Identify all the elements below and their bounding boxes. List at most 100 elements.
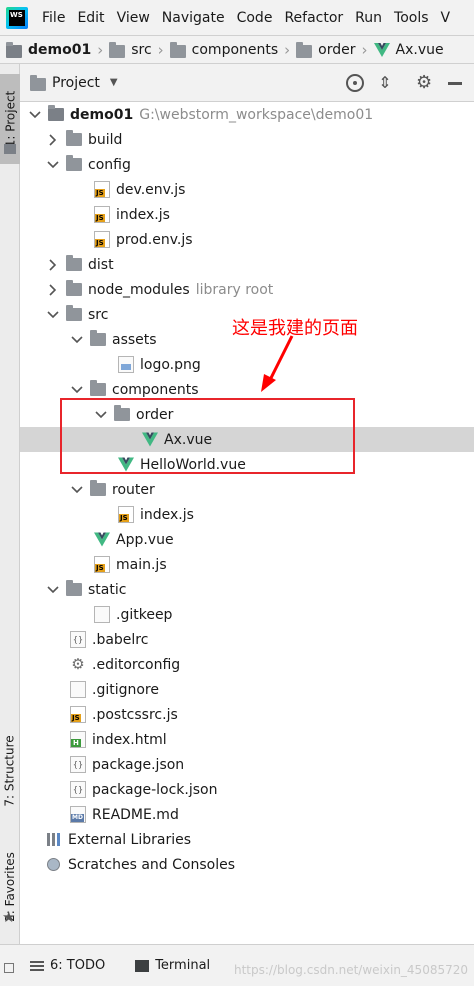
- chevron-right-icon[interactable]: [46, 258, 60, 272]
- tree-row-router[interactable]: router: [20, 477, 474, 502]
- tab-structure[interactable]: 7: Structure: [0, 726, 20, 816]
- folder-icon: [66, 255, 82, 271]
- highlight-box: [60, 398, 355, 474]
- chevron-down-icon[interactable]: [46, 158, 60, 172]
- folder-icon: [48, 105, 64, 121]
- tab-terminal[interactable]: Terminal: [135, 958, 210, 973]
- project-tree: demo01 G:\webstorm_workspace\demo01 buil…: [20, 102, 474, 944]
- collapse-all-icon[interactable]: ⇕: [376, 73, 394, 93]
- tree-row-build[interactable]: build: [20, 127, 474, 152]
- menu-navigate[interactable]: Navigate: [156, 10, 231, 26]
- breadcrumb: demo01 › src › components › order › Ax.v…: [0, 36, 474, 64]
- folder-icon: [4, 144, 16, 154]
- js-file-icon: JS: [118, 506, 134, 523]
- tree-row-logo-png[interactable]: logo.png: [20, 352, 474, 377]
- chevron-down-icon[interactable]: [70, 333, 84, 347]
- tree-row-babelrc[interactable]: {} .babelrc: [20, 627, 474, 652]
- tree-row-router-index-js[interactable]: JS index.js: [20, 502, 474, 527]
- locate-icon[interactable]: [346, 74, 364, 92]
- chevron-down-icon[interactable]: [70, 483, 84, 497]
- annotation-arrow: [261, 335, 294, 392]
- project-view-selector[interactable]: Project ▼: [30, 74, 118, 91]
- tree-row-node-modules[interactable]: node_modules library root: [20, 277, 474, 302]
- folder-icon: [66, 580, 82, 596]
- vue-icon: [373, 42, 390, 57]
- tree-row-app-vue[interactable]: App.vue: [20, 527, 474, 552]
- file-icon: [70, 681, 86, 698]
- tree-row-gitkeep[interactable]: .gitkeep: [20, 602, 474, 627]
- tree-row-external-libraries[interactable]: External Libraries: [20, 827, 474, 852]
- breadcrumb-item-ax-vue[interactable]: Ax.vue: [368, 42, 444, 58]
- breadcrumb-item-components[interactable]: components ›: [164, 41, 290, 59]
- folder-icon: [66, 155, 82, 171]
- chevron-down-icon[interactable]: [46, 308, 60, 322]
- config-file-icon: {}: [70, 631, 86, 648]
- webstorm-logo-icon: WS: [6, 6, 28, 29]
- breadcrumb-item-src[interactable]: src ›: [103, 41, 164, 59]
- tree-row-readme-md[interactable]: MD README.md: [20, 802, 474, 827]
- tree-row-main-js[interactable]: JS main.js: [20, 552, 474, 577]
- folder-icon: [90, 380, 106, 396]
- js-file-icon: JS: [94, 231, 110, 248]
- terminal-icon: [135, 959, 150, 972]
- js-file-icon: JS: [94, 556, 110, 573]
- tree-row-package-json[interactable]: {} package.json: [20, 752, 474, 777]
- gear-icon: ⚙: [71, 655, 85, 673]
- tree-row-index-js[interactable]: JS index.js: [20, 202, 474, 227]
- html-file-icon: H: [70, 731, 86, 748]
- chevron-right-icon[interactable]: [46, 283, 60, 297]
- chevron-down-icon[interactable]: [70, 383, 84, 397]
- menu-refactor[interactable]: Refactor: [278, 10, 349, 26]
- folder-icon: [169, 41, 186, 58]
- menu-run[interactable]: Run: [349, 10, 388, 26]
- scratches-icon: [46, 856, 62, 873]
- image-file-icon: [118, 356, 134, 373]
- menu-vcs[interactable]: V: [435, 10, 457, 26]
- list-icon: [30, 960, 44, 971]
- tree-row-dist[interactable]: dist: [20, 252, 474, 277]
- json-file-icon: {}: [70, 756, 86, 773]
- folder-icon: [66, 130, 82, 146]
- tree-row-demo01[interactable]: demo01 G:\webstorm_workspace\demo01: [20, 102, 474, 127]
- tree-row-config[interactable]: config: [20, 152, 474, 177]
- library-icon: [46, 831, 62, 848]
- star-icon: ★: [2, 908, 16, 926]
- chevron-down-icon[interactable]: [28, 108, 42, 122]
- watermark: https://blog.csdn.net/weixin_45085720: [233, 963, 468, 977]
- tree-row-prod-env-js[interactable]: JS prod.env.js: [20, 227, 474, 252]
- folder-icon: [66, 305, 82, 321]
- folder-icon: [66, 280, 82, 296]
- folder-icon: [109, 41, 126, 58]
- folder-icon: [90, 330, 106, 346]
- tree-row-package-lock-json[interactable]: {} package-lock.json: [20, 777, 474, 802]
- tree-row-gitignore[interactable]: .gitignore: [20, 677, 474, 702]
- tree-row-postcssrc-js[interactable]: JS .postcssrc.js: [20, 702, 474, 727]
- menu-tools[interactable]: Tools: [388, 10, 435, 26]
- js-file-icon: JS: [70, 706, 86, 723]
- chevron-down-icon[interactable]: [46, 583, 60, 597]
- menu-file[interactable]: File: [36, 10, 71, 26]
- json-file-icon: {}: [70, 781, 86, 798]
- menu-view[interactable]: View: [111, 10, 156, 26]
- left-tool-strip: 1: Project 7: Structure 2: Favorites ★: [0, 64, 20, 944]
- tree-row-static[interactable]: static: [20, 577, 474, 602]
- breadcrumb-item-demo01[interactable]: demo01 ›: [0, 41, 103, 59]
- tree-row-scratches-and-consoles[interactable]: Scratches and Consoles: [20, 852, 474, 877]
- menu-edit[interactable]: Edit: [71, 10, 110, 26]
- tab-todo[interactable]: 6: TODO: [30, 958, 105, 973]
- expand-icon[interactable]: [4, 963, 14, 973]
- chevron-down-icon: ▼: [109, 77, 118, 88]
- tree-row-dev-env-js[interactable]: JS dev.env.js: [20, 177, 474, 202]
- markdown-file-icon: MD: [70, 806, 86, 823]
- menu-code[interactable]: Code: [231, 10, 279, 26]
- gear-icon[interactable]: ⚙: [416, 72, 432, 93]
- js-file-icon: JS: [94, 206, 110, 223]
- breadcrumb-item-order[interactable]: order ›: [290, 41, 368, 59]
- tree-row-editorconfig[interactable]: ⚙ .editorconfig: [20, 652, 474, 677]
- vue-icon: [94, 532, 110, 547]
- folder-icon: [6, 41, 22, 58]
- chevron-right-icon[interactable]: [46, 133, 60, 147]
- hide-panel-icon[interactable]: [448, 82, 462, 85]
- folder-icon: [30, 74, 46, 91]
- tree-row-index-html[interactable]: H index.html: [20, 727, 474, 752]
